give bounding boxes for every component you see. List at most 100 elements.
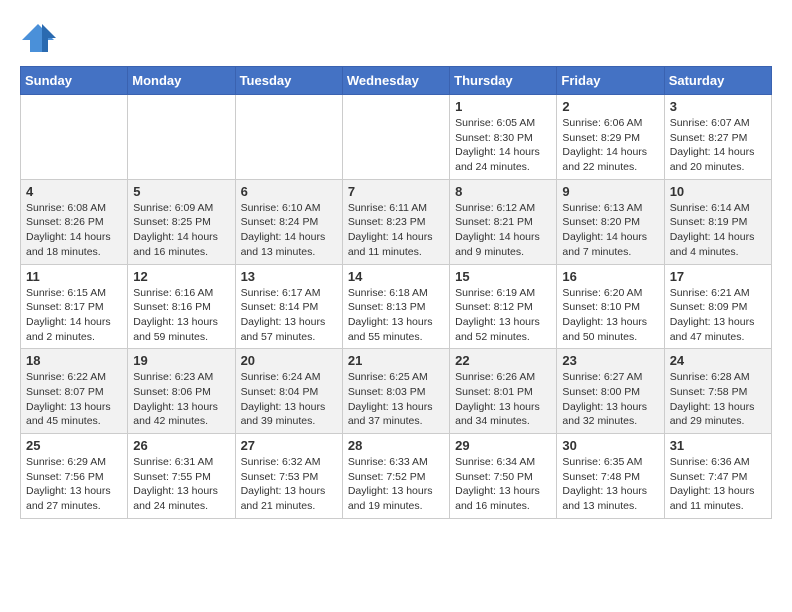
- calendar-cell: 12 Sunrise: 6:16 AMSunset: 8:16 PMDayligh…: [128, 264, 235, 349]
- day-info: Sunrise: 6:07 AMSunset: 8:27 PMDaylight:…: [670, 116, 766, 175]
- day-number: 10: [670, 184, 766, 199]
- day-info: Sunrise: 6:27 AMSunset: 8:00 PMDaylight:…: [562, 370, 658, 429]
- day-info: Sunrise: 6:05 AMSunset: 8:30 PMDaylight:…: [455, 116, 551, 175]
- calendar: SundayMondayTuesdayWednesdayThursdayFrid…: [20, 66, 772, 519]
- day-info: Sunrise: 6:14 AMSunset: 8:19 PMDaylight:…: [670, 201, 766, 260]
- day-number: 11: [26, 269, 122, 284]
- calendar-cell: [21, 95, 128, 180]
- calendar-cell: 7 Sunrise: 6:11 AMSunset: 8:23 PMDaylight…: [342, 179, 449, 264]
- calendar-cell: 16 Sunrise: 6:20 AMSunset: 8:10 PMDayligh…: [557, 264, 664, 349]
- day-info: Sunrise: 6:21 AMSunset: 8:09 PMDaylight:…: [670, 286, 766, 345]
- calendar-cell: 17 Sunrise: 6:21 AMSunset: 8:09 PMDayligh…: [664, 264, 771, 349]
- day-number: 3: [670, 99, 766, 114]
- day-info: Sunrise: 6:12 AMSunset: 8:21 PMDaylight:…: [455, 201, 551, 260]
- day-number: 26: [133, 438, 229, 453]
- day-info: Sunrise: 6:34 AMSunset: 7:50 PMDaylight:…: [455, 455, 551, 514]
- calendar-week-row: 25Sunrise: 6:29 AMSunset: 7:56 PMDayligh…: [21, 434, 772, 519]
- calendar-cell: 5 Sunrise: 6:09 AMSunset: 8:25 PMDaylight…: [128, 179, 235, 264]
- calendar-cell: 26Sunrise: 6:31 AMSunset: 7:55 PMDayligh…: [128, 434, 235, 519]
- calendar-week-row: 4 Sunrise: 6:08 AMSunset: 8:26 PMDaylight…: [21, 179, 772, 264]
- day-number: 9: [562, 184, 658, 199]
- day-number: 4: [26, 184, 122, 199]
- calendar-cell: 20 Sunrise: 6:24 AMSunset: 8:04 PMDayligh…: [235, 349, 342, 434]
- day-number: 7: [348, 184, 444, 199]
- day-number: 8: [455, 184, 551, 199]
- calendar-cell: 23 Sunrise: 6:27 AMSunset: 8:00 PMDayligh…: [557, 349, 664, 434]
- day-number: 28: [348, 438, 444, 453]
- day-number: 21: [348, 353, 444, 368]
- calendar-cell: 8 Sunrise: 6:12 AMSunset: 8:21 PMDaylight…: [450, 179, 557, 264]
- calendar-cell: 24 Sunrise: 6:28 AMSunset: 7:58 PMDayligh…: [664, 349, 771, 434]
- calendar-cell: 21 Sunrise: 6:25 AMSunset: 8:03 PMDayligh…: [342, 349, 449, 434]
- day-info: Sunrise: 6:36 AMSunset: 7:47 PMDaylight:…: [670, 455, 766, 514]
- day-info: Sunrise: 6:16 AMSunset: 8:16 PMDaylight:…: [133, 286, 229, 345]
- logo-icon: [20, 20, 56, 56]
- day-info: Sunrise: 6:32 AMSunset: 7:53 PMDaylight:…: [241, 455, 337, 514]
- calendar-week-row: 1 Sunrise: 6:05 AMSunset: 8:30 PMDaylight…: [21, 95, 772, 180]
- day-info: Sunrise: 6:19 AMSunset: 8:12 PMDaylight:…: [455, 286, 551, 345]
- calendar-cell: 1 Sunrise: 6:05 AMSunset: 8:30 PMDaylight…: [450, 95, 557, 180]
- calendar-week-row: 11 Sunrise: 6:15 AMSunset: 8:17 PMDayligh…: [21, 264, 772, 349]
- calendar-cell: 14 Sunrise: 6:18 AMSunset: 8:13 PMDayligh…: [342, 264, 449, 349]
- day-info: Sunrise: 6:18 AMSunset: 8:13 PMDaylight:…: [348, 286, 444, 345]
- day-info: Sunrise: 6:11 AMSunset: 8:23 PMDaylight:…: [348, 201, 444, 260]
- day-number: 30: [562, 438, 658, 453]
- calendar-cell: 10 Sunrise: 6:14 AMSunset: 8:19 PMDayligh…: [664, 179, 771, 264]
- day-info: Sunrise: 6:15 AMSunset: 8:17 PMDaylight:…: [26, 286, 122, 345]
- day-info: Sunrise: 6:24 AMSunset: 8:04 PMDaylight:…: [241, 370, 337, 429]
- calendar-cell: 2 Sunrise: 6:06 AMSunset: 8:29 PMDaylight…: [557, 95, 664, 180]
- day-number: 19: [133, 353, 229, 368]
- day-number: 5: [133, 184, 229, 199]
- weekday-header: Friday: [557, 67, 664, 95]
- calendar-cell: 6 Sunrise: 6:10 AMSunset: 8:24 PMDaylight…: [235, 179, 342, 264]
- calendar-cell: 15Sunrise: 6:19 AMSunset: 8:12 PMDayligh…: [450, 264, 557, 349]
- calendar-cell: 9 Sunrise: 6:13 AMSunset: 8:20 PMDaylight…: [557, 179, 664, 264]
- calendar-cell: 30 Sunrise: 6:35 AMSunset: 7:48 PMDayligh…: [557, 434, 664, 519]
- day-number: 31: [670, 438, 766, 453]
- day-number: 18: [26, 353, 122, 368]
- day-info: Sunrise: 6:29 AMSunset: 7:56 PMDaylight:…: [26, 455, 122, 514]
- day-info: Sunrise: 6:06 AMSunset: 8:29 PMDaylight:…: [562, 116, 658, 175]
- day-number: 14: [348, 269, 444, 284]
- day-info: Sunrise: 6:13 AMSunset: 8:20 PMDaylight:…: [562, 201, 658, 260]
- calendar-cell: [128, 95, 235, 180]
- day-info: Sunrise: 6:20 AMSunset: 8:10 PMDaylight:…: [562, 286, 658, 345]
- day-info: Sunrise: 6:10 AMSunset: 8:24 PMDaylight:…: [241, 201, 337, 260]
- calendar-cell: 31 Sunrise: 6:36 AMSunset: 7:47 PMDayligh…: [664, 434, 771, 519]
- day-number: 12: [133, 269, 229, 284]
- logo: [20, 20, 62, 56]
- day-number: 29: [455, 438, 551, 453]
- day-info: Sunrise: 6:35 AMSunset: 7:48 PMDaylight:…: [562, 455, 658, 514]
- day-number: 1: [455, 99, 551, 114]
- calendar-cell: 4 Sunrise: 6:08 AMSunset: 8:26 PMDaylight…: [21, 179, 128, 264]
- weekday-header-row: SundayMondayTuesdayWednesdayThursdayFrid…: [21, 67, 772, 95]
- calendar-cell: 11 Sunrise: 6:15 AMSunset: 8:17 PMDayligh…: [21, 264, 128, 349]
- day-number: 23: [562, 353, 658, 368]
- weekday-header: Saturday: [664, 67, 771, 95]
- calendar-cell: [342, 95, 449, 180]
- weekday-header: Tuesday: [235, 67, 342, 95]
- calendar-cell: 25Sunrise: 6:29 AMSunset: 7:56 PMDayligh…: [21, 434, 128, 519]
- calendar-cell: 27 Sunrise: 6:32 AMSunset: 7:53 PMDayligh…: [235, 434, 342, 519]
- day-number: 17: [670, 269, 766, 284]
- calendar-cell: 22Sunrise: 6:26 AMSunset: 8:01 PMDayligh…: [450, 349, 557, 434]
- day-number: 24: [670, 353, 766, 368]
- weekday-header: Wednesday: [342, 67, 449, 95]
- day-info: Sunrise: 6:23 AMSunset: 8:06 PMDaylight:…: [133, 370, 229, 429]
- day-number: 16: [562, 269, 658, 284]
- calendar-cell: [235, 95, 342, 180]
- day-info: Sunrise: 6:28 AMSunset: 7:58 PMDaylight:…: [670, 370, 766, 429]
- day-info: Sunrise: 6:33 AMSunset: 7:52 PMDaylight:…: [348, 455, 444, 514]
- day-info: Sunrise: 6:08 AMSunset: 8:26 PMDaylight:…: [26, 201, 122, 260]
- calendar-cell: 19 Sunrise: 6:23 AMSunset: 8:06 PMDayligh…: [128, 349, 235, 434]
- page-header: [20, 20, 772, 56]
- day-info: Sunrise: 6:09 AMSunset: 8:25 PMDaylight:…: [133, 201, 229, 260]
- day-number: 6: [241, 184, 337, 199]
- day-number: 20: [241, 353, 337, 368]
- day-number: 13: [241, 269, 337, 284]
- day-info: Sunrise: 6:26 AMSunset: 8:01 PMDaylight:…: [455, 370, 551, 429]
- weekday-header: Thursday: [450, 67, 557, 95]
- day-number: 2: [562, 99, 658, 114]
- day-number: 27: [241, 438, 337, 453]
- day-info: Sunrise: 6:25 AMSunset: 8:03 PMDaylight:…: [348, 370, 444, 429]
